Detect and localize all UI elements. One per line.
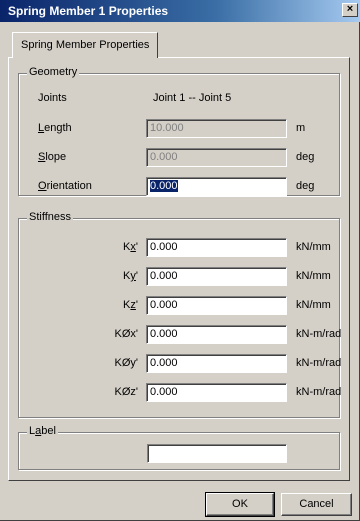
stiffness-field-kox[interactable]: 0.000 (146, 325, 287, 344)
stiffness-label: KØy' (114, 357, 139, 369)
stiffness-unit: kN/mm (296, 241, 331, 253)
stiffness-label: Kx' (123, 241, 138, 253)
orientation-value: 0.000 (150, 180, 178, 192)
stiffness-label: Kz' (123, 299, 138, 311)
cancel-button[interactable]: Cancel (281, 493, 352, 516)
ok-button[interactable]: OK (205, 492, 275, 517)
close-icon[interactable]: × (342, 3, 358, 17)
window-title: Spring Member 1 Properties (8, 4, 169, 18)
tab-label: Spring Member Properties (21, 39, 150, 51)
tab-spring-member-properties[interactable]: Spring Member Properties (12, 32, 159, 58)
title-bar[interactable]: Spring Member 1 Properties × (0, 0, 360, 22)
label-group-label: Label (27, 425, 58, 437)
stiffness-field-kz[interactable]: 0.000 (146, 296, 287, 315)
stiffness-field-koz[interactable]: 0.000 (146, 383, 287, 402)
stiffness-field-ky[interactable]: 0.000 (146, 267, 287, 286)
stiffness-label: Ky' (123, 270, 138, 282)
stiffness-unit: kN/mm (296, 299, 331, 311)
stiffness-label: KØx' (114, 328, 139, 340)
joints-value: Joint 1 -- Joint 5 (153, 92, 232, 104)
length-label: Length (38, 122, 72, 134)
geometry-group-label: Geometry (27, 66, 80, 78)
stiffness-unit: kN-m/rad (296, 357, 342, 369)
slope-field: 0.000 (146, 148, 287, 167)
stiffness-field-kx[interactable]: 0.000 (146, 238, 287, 257)
stiffness-unit: kN-m/rad (296, 386, 342, 398)
dialog-window: Spring Member 1 Properties × Spring Memb… (0, 0, 360, 521)
slope-label: Slope (38, 151, 67, 163)
length-field: 10.000 (146, 119, 287, 138)
slope-unit: deg (296, 151, 315, 163)
stiffness-label: KØz' (114, 386, 139, 398)
orientation-unit: deg (296, 180, 315, 192)
label-field[interactable] (147, 444, 287, 463)
orientation-field[interactable]: 0.000 (146, 177, 287, 196)
stiffness-unit: kN-m/rad (296, 328, 342, 340)
stiffness-group-label: Stiffness (27, 211, 73, 223)
length-unit: m (296, 122, 306, 134)
joints-label: Joints (38, 92, 67, 104)
stiffness-field-koy[interactable]: 0.000 (146, 354, 287, 373)
orientation-label: Orientation (38, 180, 92, 192)
stiffness-unit: kN/mm (296, 270, 331, 282)
